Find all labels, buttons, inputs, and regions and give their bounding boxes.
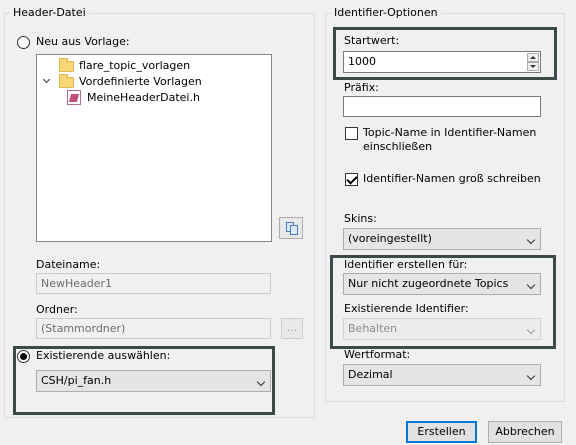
existing-file-dropdown[interactable]: CSH/pi_fan.h — [36, 370, 271, 392]
topic-name-checkbox-label-line2[interactable]: einschließen — [363, 140, 432, 153]
chevron-down-icon — [256, 377, 266, 387]
tree-item-label: MeineHeaderDatei.h — [87, 91, 200, 104]
template-manager-button[interactable] — [279, 217, 303, 239]
filename-field[interactable]: NewHeader1 — [36, 273, 271, 294]
existing-file-value: CSH/pi_fan.h — [41, 374, 112, 387]
new-from-template-radio[interactable] — [17, 36, 30, 49]
skins-label: Skins: — [344, 212, 377, 225]
create-for-label: Identifier erstellen für: — [344, 258, 468, 271]
select-existing-radio[interactable] — [17, 350, 30, 363]
create-for-value: Nur nicht zugeordnete Topics — [348, 277, 509, 290]
uppercase-checkbox[interactable] — [345, 173, 358, 186]
prefix-field[interactable] — [343, 96, 541, 117]
copy-icon-back — [290, 225, 298, 235]
select-existing-label[interactable]: Existierende auswählen: — [36, 349, 170, 362]
topic-name-checkbox-label-line1[interactable]: Topic-Name in Identifier-Namen — [363, 126, 536, 139]
chevron-down-icon — [526, 280, 536, 290]
spin-down-button[interactable] — [527, 62, 539, 71]
start-value-label: Startwert: — [344, 34, 400, 47]
header-file-icon — [67, 90, 81, 105]
folder-icon — [59, 58, 74, 72]
folder-label: Ordner: — [36, 303, 78, 316]
value-format-label: Wertformat: — [344, 348, 411, 361]
existing-ids-value: Behalten — [348, 322, 398, 335]
header-file-group-title: Header-Datei — [10, 6, 89, 19]
create-button[interactable]: Erstellen — [406, 421, 477, 443]
chevron-down-icon — [526, 235, 536, 245]
tree-item-label: Vordefinierte Vorlagen — [79, 75, 202, 88]
folder-open-icon — [59, 74, 74, 88]
template-tree[interactable]: flare_topic_vorlagen Vordefinierte Vorla… — [36, 54, 272, 242]
browse-folder-button[interactable]: ... — [281, 318, 303, 339]
topic-name-checkbox[interactable] — [345, 127, 358, 140]
arrow-down-icon — [530, 65, 536, 68]
skins-value: (voreingestellt) — [348, 232, 432, 245]
identifier-options-group-title: Identifier-Optionen — [331, 6, 441, 19]
folder-field[interactable]: (Stammordner) — [36, 318, 271, 339]
create-for-dropdown[interactable]: Nur nicht zugeordnete Topics — [343, 273, 541, 295]
tree-item-label: flare_topic_vorlagen — [79, 59, 191, 72]
new-from-template-label[interactable]: Neu aus Vorlage: — [36, 35, 130, 48]
prefix-label: Präfix: — [344, 81, 379, 94]
arrow-up-icon — [530, 56, 536, 59]
existing-ids-label: Existierende Identifier: — [344, 302, 469, 315]
value-format-value: Dezimal — [348, 368, 393, 381]
uppercase-checkbox-label[interactable]: Identifier-Namen groß schreiben — [363, 172, 541, 185]
filename-label: Dateiname: — [36, 258, 101, 271]
chevron-down-icon — [526, 325, 536, 335]
chevron-down-icon[interactable] — [42, 75, 51, 84]
value-format-dropdown[interactable]: Dezimal — [343, 364, 541, 386]
spin-up-button[interactable] — [527, 53, 539, 62]
chevron-down-icon — [526, 371, 536, 381]
skins-dropdown[interactable]: (voreingestellt) — [343, 228, 541, 250]
cancel-button[interactable]: Abbrechen — [488, 421, 562, 443]
existing-ids-dropdown[interactable]: Behalten — [343, 318, 541, 340]
start-value-field[interactable]: 1000 — [343, 51, 541, 73]
